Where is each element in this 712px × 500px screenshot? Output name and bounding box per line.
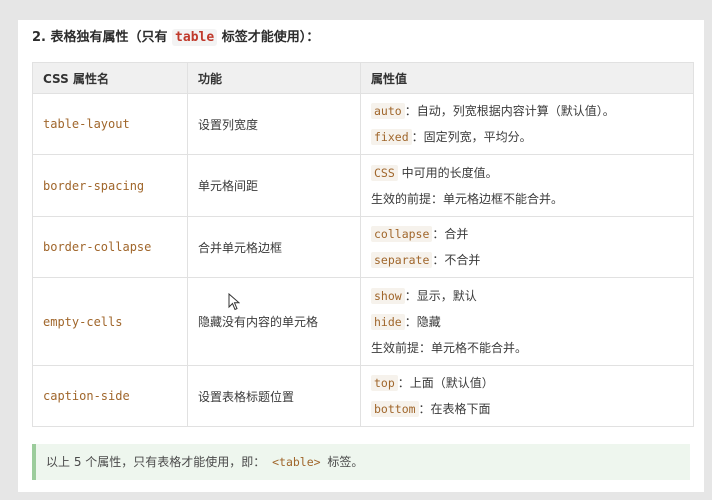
table-row: table-layout 设置列宽度 auto ：自动，列宽根据内容计算（默认值）… <box>32 93 694 155</box>
value-code: fixed <box>371 129 412 145</box>
value-text: ：显示，默认 <box>404 288 477 303</box>
header-values: 属性值 <box>360 62 694 94</box>
value-code: hide <box>371 313 405 330</box>
value-code: auto <box>371 103 405 119</box>
property-values: top ：上面（默认值） bottom ：在表格下面 <box>360 365 694 427</box>
property-values: show ：显示，默认 hide ：隐藏 生效前提：单元格不能合并。 <box>360 277 694 366</box>
table-row: empty-cells 隐藏没有内容的单元格 show ：显示，默认 hide ：隐… <box>32 277 694 366</box>
table-row: border-collapse 合并单元格边框 collapse ：合并 sepa… <box>32 216 694 278</box>
value-code: show <box>371 287 405 304</box>
property-values: collapse ：合并 separate ：不合并 <box>360 216 694 278</box>
value-text: ：固定列宽，平均分。 <box>411 130 532 144</box>
value-text: ：在表格下面 <box>418 402 491 416</box>
heading-suffix: 标签才能使用）： <box>221 30 320 45</box>
value-code: top <box>371 375 398 391</box>
property-function: 隐藏没有内容的单元格 <box>187 277 361 366</box>
table-row: caption-side 设置表格标题位置 top ：上面（默认值） bottom… <box>32 365 694 427</box>
note-suffix: 标签。 <box>327 455 364 469</box>
value-text: ：隐藏 <box>404 314 441 329</box>
property-name: border-collapse <box>32 216 188 278</box>
value-text: ：合并 <box>432 227 469 241</box>
tip-note: 以上 5 个属性，只有表格才能使用，即： <table> 标签。 <box>32 444 690 480</box>
value-code: separate <box>371 252 433 268</box>
header-css-property: CSS 属性名 <box>32 62 188 94</box>
value-code: collapse <box>371 226 433 242</box>
value-code: bottom <box>371 401 419 417</box>
section-heading: 2. 表格独有属性（只有 table 标签才能使用）： <box>32 26 320 46</box>
property-name: empty-cells <box>32 277 188 366</box>
table-row: border-spacing 单元格间距 CSS 中可用的长度值。 生效的前提：… <box>32 154 694 217</box>
value-text: 生效前提：单元格不能合并。 <box>371 340 528 355</box>
property-name: caption-side <box>32 365 188 427</box>
table-header-row: CSS 属性名 功能 属性值 <box>32 62 694 94</box>
property-name: table-layout <box>32 93 188 155</box>
property-function: 设置表格标题位置 <box>187 365 361 427</box>
value-code: CSS <box>371 164 398 181</box>
heading-code: table <box>172 29 218 46</box>
document-page: 2. 表格独有属性（只有 table 标签才能使用）： CSS 属性名 功能 属… <box>18 20 704 492</box>
value-text: 生效的前提：单元格边框不能合并。 <box>371 191 564 206</box>
property-function: 设置列宽度 <box>187 93 361 155</box>
property-name: border-spacing <box>32 154 188 217</box>
value-text: ：不合并 <box>432 253 481 267</box>
property-function: 单元格间距 <box>187 154 361 217</box>
mouse-cursor-icon <box>228 293 240 311</box>
header-function: 功能 <box>187 62 361 94</box>
property-values: auto ：自动，列宽根据内容计算（默认值）。 fixed ：固定列宽，平均分。 <box>360 93 694 155</box>
note-prefix: 以上 5 个属性，只有表格才能使用，即： <box>46 455 266 469</box>
property-function: 合并单元格边框 <box>187 216 361 278</box>
properties-table: CSS 属性名 功能 属性值 table-layout 设置列宽度 auto ：自… <box>32 62 694 427</box>
value-text: ：上面（默认值） <box>397 376 494 390</box>
note-code: <table> <box>272 455 321 469</box>
heading-prefix: 2. 表格独有属性（只有 <box>32 30 168 45</box>
property-values: CSS 中可用的长度值。 生效的前提：单元格边框不能合并。 <box>360 154 694 217</box>
value-text: ：自动，列宽根据内容计算（默认值）。 <box>404 104 615 118</box>
value-text: 中可用的长度值。 <box>401 165 498 180</box>
